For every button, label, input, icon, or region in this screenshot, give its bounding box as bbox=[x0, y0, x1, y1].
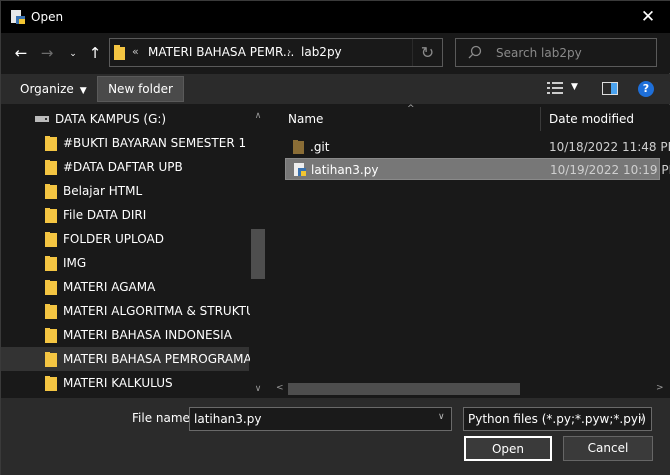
column-header-date-modified[interactable]: Date modified bbox=[549, 105, 634, 131]
dialog-footer: File name: ∨ Python files (*.py;*.pyw;*.… bbox=[1, 398, 670, 475]
nav-folder-item[interactable]: MATERI ALGORITMA & STRUKTUR D bbox=[1, 299, 267, 323]
search-box[interactable] bbox=[455, 38, 657, 67]
nav-folder-label: MATERI BAHASA PEMROGRAMAN bbox=[63, 352, 261, 366]
drive-label: DATA KAMPUS (G:) bbox=[55, 112, 167, 126]
cancel-button[interactable]: Cancel bbox=[563, 436, 653, 461]
folder-icon bbox=[45, 304, 57, 319]
dropdown-caret-icon: ▼ bbox=[79, 86, 87, 96]
nav-folder-label: #BUKTI BAYARAN SEMESTER 1 bbox=[63, 136, 247, 150]
nav-folder-label: Belajar HTML bbox=[63, 184, 143, 198]
scroll-left-arrow-icon[interactable]: < bbox=[276, 383, 284, 393]
file-name-label: File name: bbox=[132, 411, 194, 425]
folder-icon bbox=[45, 280, 57, 295]
breadcrumb-separator-icon[interactable]: › bbox=[287, 45, 291, 58]
scroll-up-arrow-icon[interactable]: ∧ bbox=[254, 111, 262, 121]
view-options-icon[interactable] bbox=[547, 82, 563, 95]
horizontal-scroll-thumb[interactable] bbox=[288, 383, 520, 395]
breadcrumb-current[interactable]: lab2py bbox=[301, 45, 342, 59]
file-name-history-caret-icon[interactable]: ∨ bbox=[438, 412, 445, 422]
preview-pane-icon[interactable] bbox=[602, 82, 618, 95]
folder-icon bbox=[45, 328, 57, 343]
folder-icon bbox=[45, 136, 57, 151]
nav-folder-item[interactable]: #BUKTI BAYARAN SEMESTER 1 bbox=[1, 131, 249, 155]
column-header-name[interactable]: Name bbox=[288, 105, 323, 131]
sort-ascending-icon: ^ bbox=[407, 104, 415, 114]
nav-folder-label: FOLDER UPLOAD bbox=[63, 232, 164, 246]
nav-folder-item[interactable]: MATERI KALKULUS bbox=[1, 371, 249, 395]
address-row: ← → ⌄ ↑ « MATERI BAHASA PEMR... › lab2py… bbox=[1, 33, 670, 73]
breadcrumb-parent[interactable]: MATERI BAHASA PEMR... bbox=[148, 45, 294, 59]
nav-folder-item[interactable]: FOLDER UPLOAD bbox=[1, 227, 249, 251]
organize-label: Organize bbox=[20, 82, 74, 96]
column-divider[interactable] bbox=[540, 107, 541, 131]
folder-icon bbox=[45, 160, 57, 175]
view-dropdown-caret-icon[interactable]: ▼ bbox=[571, 82, 578, 92]
folder-icon bbox=[45, 352, 57, 367]
file-list-horizontal-scrollbar[interactable]: < > bbox=[273, 381, 667, 397]
folder-icon bbox=[45, 232, 57, 247]
nav-folder-label: File DATA DIRI bbox=[63, 208, 147, 222]
search-input[interactable] bbox=[496, 44, 646, 62]
title-bar: Open ✕ bbox=[1, 1, 670, 33]
folder-icon bbox=[114, 45, 125, 60]
nav-folder-item[interactable]: MATERI AGAMA bbox=[1, 275, 249, 299]
recent-locations-chevron-icon[interactable]: ⌄ bbox=[65, 45, 81, 63]
file-date-modified: 10/19/2022 10:19 PM bbox=[550, 163, 670, 177]
address-bar[interactable]: « MATERI BAHASA PEMR... › lab2py ↻ bbox=[109, 38, 443, 67]
open-dialog: Open ✕ ← → ⌄ ↑ « MATERI BAHASA PEMR... ›… bbox=[0, 0, 670, 475]
folder-icon bbox=[45, 256, 57, 271]
scroll-down-arrow-icon[interactable]: ∨ bbox=[254, 384, 262, 394]
nav-folder-item[interactable]: File DATA DIRI bbox=[1, 203, 249, 227]
file-row[interactable]: .git 10/18/2022 11:48 PM bbox=[285, 136, 670, 158]
file-date-modified: 10/18/2022 11:48 PM bbox=[549, 140, 670, 154]
file-row[interactable]: latihan3.py 10/19/2022 10:19 PM bbox=[285, 158, 670, 180]
nav-folder-item[interactable]: #DATA DAFTAR UPB bbox=[1, 155, 249, 179]
close-icon[interactable]: ✕ bbox=[625, 1, 670, 33]
overflow-chevron-icon[interactable]: « bbox=[132, 45, 139, 58]
file-type-value: Python files (*.py;*.pyw;*.pyi) bbox=[468, 412, 646, 426]
nav-vertical-scrollbar[interactable]: ∧ ∨ bbox=[250, 105, 266, 398]
search-icon bbox=[468, 45, 482, 59]
nav-folder-item[interactable]: MATERI BAHASA PEMROGRAMAN bbox=[1, 347, 261, 371]
file-list: ^ Name Date modified .git 10/18/2022 11:4… bbox=[277, 104, 670, 398]
nav-folder-item[interactable]: Belajar HTML bbox=[1, 179, 249, 203]
drive-icon bbox=[35, 116, 49, 122]
organize-button[interactable]: Organize ▼ bbox=[20, 82, 87, 96]
nav-folder-label: MATERI ALGORITMA & STRUKTUR D bbox=[63, 304, 267, 318]
new-folder-button[interactable]: New folder bbox=[97, 76, 184, 102]
nav-folder-label: IMG bbox=[63, 256, 87, 270]
nav-folder-item[interactable]: IMG bbox=[1, 251, 249, 275]
folder-icon bbox=[293, 140, 304, 154]
file-type-select[interactable]: Python files (*.py;*.pyw;*.pyi) ∨ bbox=[463, 407, 652, 431]
file-name: .git bbox=[310, 140, 330, 154]
refresh-icon[interactable]: ↻ bbox=[412, 39, 442, 66]
nav-folder-item[interactable]: MATERI BAHASA INDONESIA bbox=[1, 323, 249, 347]
scroll-thumb[interactable] bbox=[251, 229, 265, 279]
back-arrow-icon[interactable]: ← bbox=[13, 44, 29, 62]
folder-icon bbox=[45, 208, 57, 223]
file-name-input[interactable] bbox=[189, 407, 452, 431]
navigation-pane: DATA KAMPUS (G:) #BUKTI BAYARAN SEMESTER… bbox=[1, 105, 267, 398]
file-name: latihan3.py bbox=[311, 163, 379, 177]
dialog-title: Open bbox=[31, 10, 64, 24]
folder-icon bbox=[45, 184, 57, 199]
nav-folder-label: MATERI AGAMA bbox=[63, 280, 156, 294]
open-button[interactable]: Open bbox=[464, 436, 552, 461]
folder-icon bbox=[45, 376, 57, 391]
forward-arrow-icon[interactable]: → bbox=[39, 44, 55, 62]
nav-folder-label: MATERI BAHASA INDONESIA bbox=[63, 328, 232, 342]
up-arrow-icon[interactable]: ↑ bbox=[87, 44, 103, 62]
file-type-caret-icon: ∨ bbox=[638, 414, 645, 424]
scroll-right-arrow-icon[interactable]: > bbox=[656, 383, 664, 393]
nav-folder-label: MATERI KALKULUS bbox=[63, 376, 173, 390]
python-file-icon bbox=[294, 163, 306, 176]
command-toolbar: Organize ▼ New folder ▼ ? bbox=[1, 74, 670, 104]
drive-item[interactable]: DATA KAMPUS (G:) bbox=[1, 107, 249, 131]
help-icon[interactable]: ? bbox=[638, 81, 654, 97]
python-app-icon bbox=[11, 10, 25, 24]
nav-folder-label: #DATA DAFTAR UPB bbox=[63, 160, 183, 174]
